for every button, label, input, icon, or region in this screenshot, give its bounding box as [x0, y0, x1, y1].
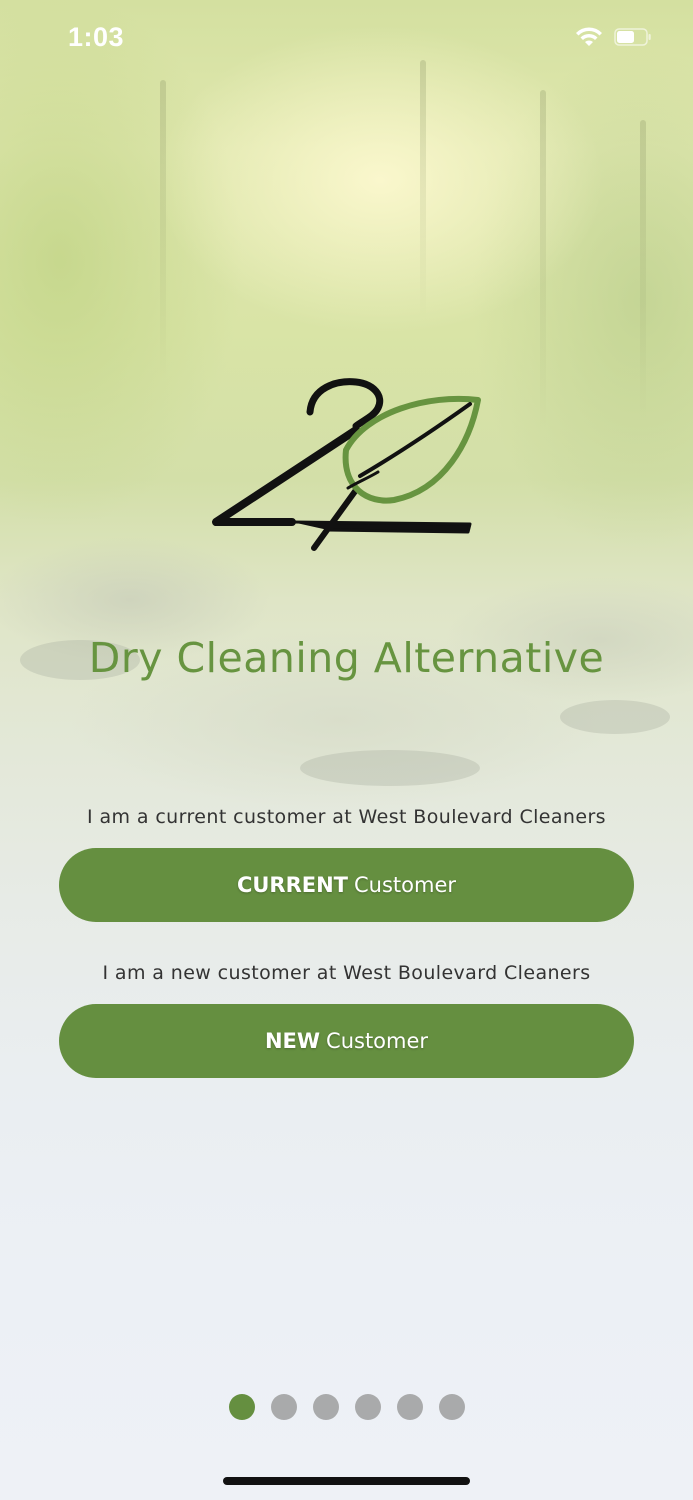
page-dot-3[interactable]: [312, 1394, 339, 1420]
background-tree: [540, 90, 546, 430]
current-customer-prompt: I am a current customer at West Boulevar…: [87, 806, 606, 828]
background-rock: [300, 750, 480, 786]
new-customer-button-strong: NEW: [264, 1029, 321, 1053]
page-dot-4[interactable]: [354, 1394, 381, 1420]
status-time: 1:03: [68, 22, 125, 52]
home-indicator[interactable]: [223, 1477, 470, 1485]
current-customer-button[interactable]: CURRENT Customer: [59, 848, 634, 922]
status-bar: 1:03: [0, 0, 693, 80]
page-dot-1[interactable]: [228, 1394, 255, 1420]
current-customer-button-label: Customer: [354, 873, 457, 897]
current-customer-button-strong: CURRENT: [236, 873, 349, 897]
background-tree: [640, 120, 646, 420]
brand-title: Dry Cleaning Alternative: [88, 634, 605, 682]
welcome-screen: 1:03 Dry Cleaning Alternative I am a cur…: [0, 0, 693, 1500]
background-rock: [560, 700, 670, 734]
new-customer-button[interactable]: NEW Customer: [59, 1004, 634, 1078]
page-dot-5[interactable]: [396, 1394, 423, 1420]
new-customer-prompt: I am a new customer at West Boulevard Cl…: [102, 962, 591, 984]
page-indicator[interactable]: [0, 1394, 693, 1422]
page-dot-6[interactable]: [438, 1394, 465, 1420]
hanger-leaf-logo: [212, 378, 481, 551]
wifi-icon: [576, 27, 602, 46]
new-customer-button-label: Customer: [326, 1029, 429, 1053]
battery-icon: [614, 28, 651, 46]
background-tree: [160, 80, 166, 380]
page-dot-2[interactable]: [270, 1394, 297, 1420]
background-tree: [420, 60, 426, 320]
